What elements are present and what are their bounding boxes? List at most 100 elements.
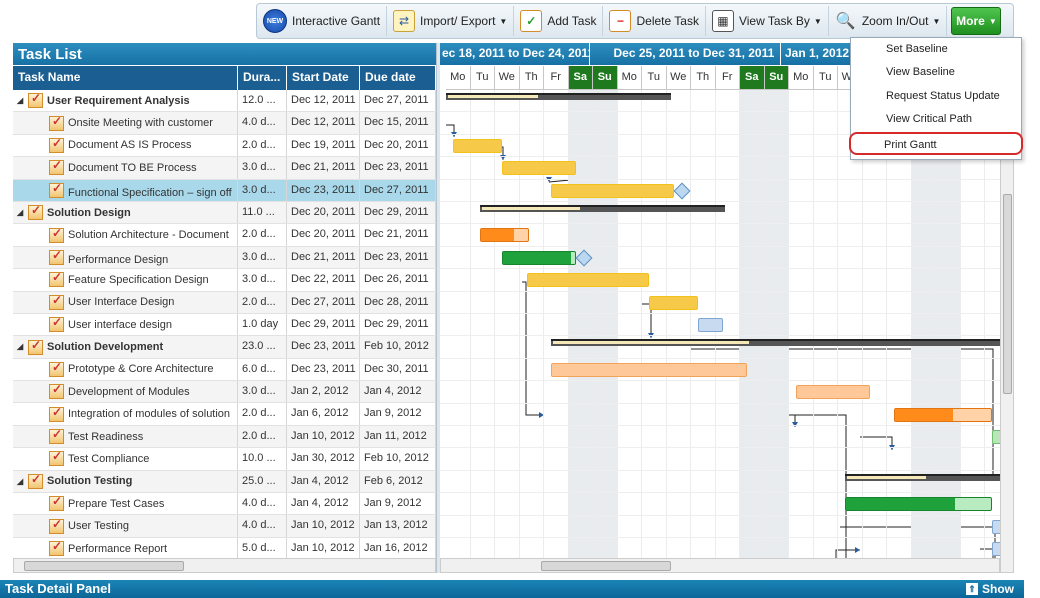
magnifier-icon: 🔍: [835, 13, 856, 30]
day-cell: Su: [593, 66, 618, 90]
table-row[interactable]: Performance Design 3.0 d...Dec 21, 2011De…: [13, 246, 436, 270]
view-task-by-label: View Task By: [738, 14, 810, 28]
gantt-grid: [440, 90, 1000, 561]
task-bar[interactable]: [845, 497, 993, 512]
task-name: User Interface Design: [68, 296, 175, 309]
table-row[interactable]: Development of Modules 3.0 d...Jan 2, 201…: [13, 381, 436, 404]
cell-start-date: Dec 27, 2011: [287, 291, 360, 313]
menu-item-set-baseline[interactable]: Set Baseline: [851, 38, 1021, 61]
summary-bar[interactable]: [551, 339, 1000, 347]
summary-bar[interactable]: [446, 93, 672, 100]
task-bar[interactable]: [526, 273, 650, 288]
menu-item-view-baseline[interactable]: View Baseline: [851, 61, 1021, 84]
zoom-button[interactable]: 🔍 Zoom In/Out ▼: [829, 6, 948, 36]
table-row[interactable]: Test Compliance 10.0 ...Jan 30, 2012Feb 1…: [13, 448, 436, 471]
task-bar[interactable]: [502, 250, 576, 265]
chevron-down-icon: ▼: [499, 16, 508, 26]
task-bar[interactable]: [649, 295, 699, 310]
cell-duration: 2.0 d...: [238, 425, 287, 448]
add-task-button[interactable]: ✓ Add Task: [514, 6, 604, 36]
view-task-by-button[interactable]: ▦ View Task By ▼: [706, 6, 829, 36]
task-bar[interactable]: [698, 318, 723, 332]
task-bar[interactable]: [453, 138, 503, 153]
cell-start-date: Jan 2, 2012: [287, 381, 360, 403]
scroll-thumb[interactable]: [541, 561, 671, 571]
column-due-date[interactable]: Due date: [360, 66, 436, 90]
column-start-date[interactable]: Start Date: [287, 66, 360, 90]
table-row[interactable]: ◢ User Requirement Analysis 12.0 ...Dec 12…: [13, 90, 436, 113]
cell-start-date: Dec 12, 2011: [287, 90, 360, 112]
summary-bar[interactable]: [480, 205, 726, 212]
task-bar[interactable]: [551, 183, 674, 198]
task-bar[interactable]: [992, 542, 1000, 556]
chevron-down-icon: ▼: [988, 16, 997, 26]
cell-task-name: ◢ Solution Development: [13, 336, 238, 358]
scroll-thumb[interactable]: [1003, 194, 1012, 394]
table-row[interactable]: ◢ Solution Design 11.0 ...Dec 20, 2011Dec …: [13, 201, 436, 225]
table-row[interactable]: ◢ Solution Development 23.0 ...Dec 23, 201…: [13, 336, 436, 359]
day-cell: Tu: [813, 66, 838, 90]
task-bar[interactable]: [992, 430, 1000, 444]
task-bar[interactable]: [894, 407, 993, 422]
collapse-icon[interactable]: ◢: [17, 342, 25, 351]
task-bar[interactable]: [796, 385, 870, 400]
cell-duration: 4.0 d...: [238, 515, 287, 537]
collapse-icon[interactable]: ◢: [17, 208, 25, 217]
import-export-button[interactable]: ⇄ Import/ Export ▼: [387, 6, 515, 36]
menu-item-view-critical-path[interactable]: View Critical Path: [851, 108, 1021, 131]
column-task-name[interactable]: Task Name: [13, 66, 238, 90]
collapse-icon[interactable]: ◢: [17, 477, 25, 486]
gantt-hscrollbar[interactable]: [440, 558, 1000, 573]
task-progress: [895, 408, 953, 421]
table-row[interactable]: Integration of modules of solution 2.0 d.…: [13, 403, 436, 426]
cell-due-date: Jan 4, 2012: [360, 381, 436, 403]
menu-item-request-status-update[interactable]: Request Status Update: [851, 85, 1021, 108]
collapse-icon[interactable]: ◢: [17, 96, 25, 105]
day-cell: Th: [519, 66, 544, 90]
cell-task-name: ◢ User Requirement Analysis: [13, 90, 238, 112]
table-row[interactable]: Functional Specification – sign off 3.0 d…: [13, 179, 436, 202]
grid-row: [440, 448, 1000, 471]
scroll-thumb[interactable]: [24, 561, 184, 571]
task-bar[interactable]: [551, 362, 748, 377]
cell-start-date: Jan 10, 2012: [287, 515, 360, 537]
show-button[interactable]: ⇑ Show: [966, 582, 1014, 596]
table-row[interactable]: User interface design1.0 dayDec 29, 2011…: [13, 313, 436, 337]
cell-due-date: Dec 27, 2011: [360, 179, 436, 201]
task-icon: [49, 517, 64, 534]
delete-task-button[interactable]: − Delete Task: [603, 6, 706, 36]
table-row[interactable]: User Interface Design 2.0 d...Dec 27, 201…: [13, 291, 436, 314]
task-list-columns: Task Name Dura... Start Date Due date: [13, 66, 436, 90]
cell-due-date: Dec 21, 2011: [360, 224, 436, 246]
table-row[interactable]: Onsite Meeting with customer4.0 d...Dec …: [13, 112, 436, 135]
table-row[interactable]: Prototype & Core Architecture6.0 d...Dec…: [13, 358, 436, 382]
summary-bar[interactable]: [845, 473, 1000, 481]
cell-due-date: Dec 26, 2011: [360, 269, 436, 291]
add-task-icon: ✓: [520, 10, 543, 32]
table-row[interactable]: Performance Report 5.0 d...Jan 10, 2012Ja…: [13, 537, 436, 558]
table-row[interactable]: Solution Architecture - Document 2.0 d...…: [13, 224, 436, 247]
task-list-hscrollbar[interactable]: [13, 558, 436, 573]
cell-start-date: Dec 21, 2011: [287, 157, 360, 179]
task-icon: [49, 405, 64, 422]
more-label: More: [956, 14, 985, 28]
task-icon: [28, 203, 43, 221]
task-bar[interactable]: [992, 519, 1000, 534]
table-row[interactable]: Document AS IS Process 2.0 d...Dec 19, 20…: [13, 134, 436, 158]
more-button[interactable]: More ▼: [951, 7, 1002, 35]
table-row[interactable]: Document TO BE Process 3.0 d...Dec 21, 20…: [13, 157, 436, 180]
interactive-gantt-button[interactable]: NEW Interactive Gantt: [257, 6, 388, 36]
cell-task-name: User Testing: [13, 515, 238, 537]
table-row[interactable]: ◢ Solution Testing 25.0 ...Jan 4, 2012Feb …: [13, 470, 436, 494]
menu-item-print-gantt[interactable]: Print Gantt: [849, 131, 1023, 155]
table-row[interactable]: Prepare Test Cases 4.0 d...Jan 4, 2012Jan…: [13, 493, 436, 516]
cell-task-name: Document AS IS Process: [13, 134, 238, 157]
cell-due-date: Dec 28, 2011: [360, 291, 436, 313]
task-bar[interactable]: [480, 228, 530, 243]
column-duration[interactable]: Dura...: [238, 66, 287, 90]
table-row[interactable]: Feature Specification Design3.0 d...Dec …: [13, 269, 436, 292]
day-cell: Tu: [470, 66, 495, 90]
task-bar[interactable]: [502, 161, 576, 176]
table-row[interactable]: User Testing 4.0 d...Jan 10, 2012Jan 13, …: [13, 515, 436, 538]
table-row[interactable]: Test Readiness 2.0 d...Jan 10, 2012Jan 11…: [13, 425, 436, 449]
